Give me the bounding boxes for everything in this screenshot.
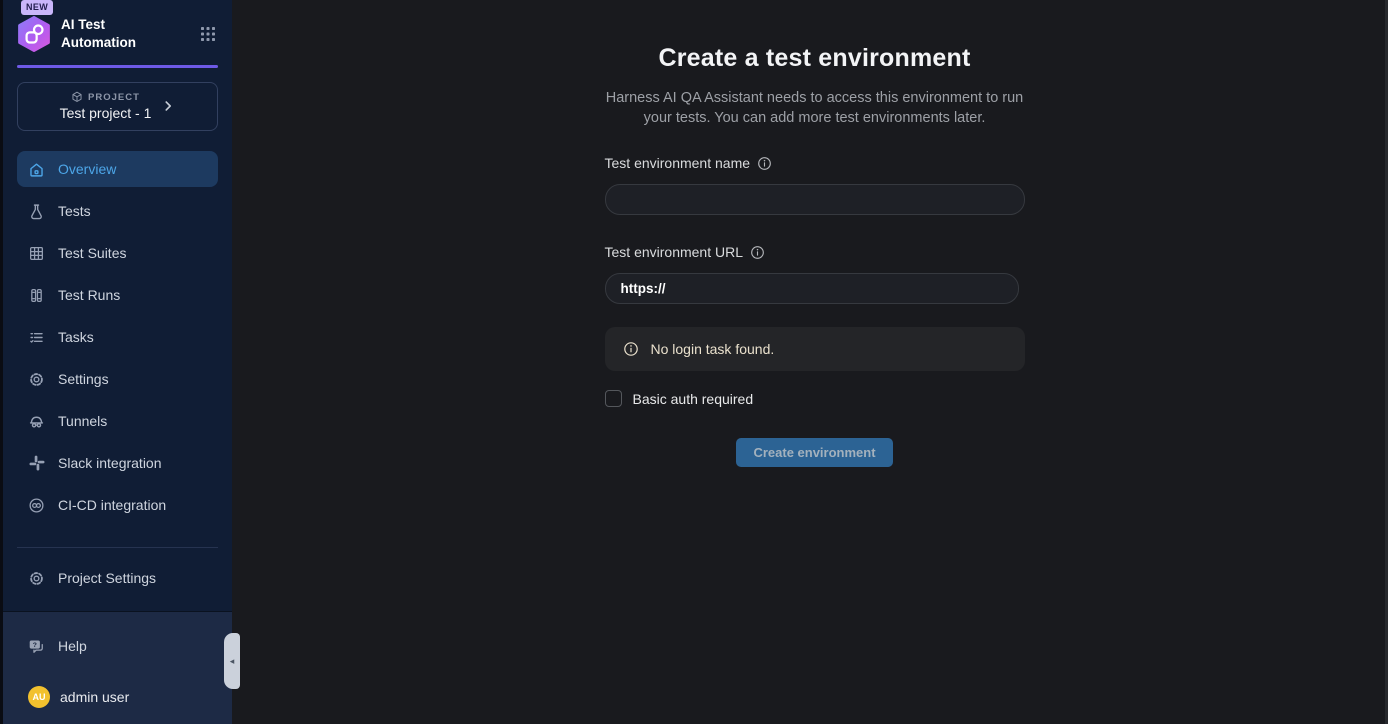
sidebar-item-label: Tests <box>58 203 91 219</box>
chevron-right-icon <box>161 99 175 113</box>
collapse-arrow-icon: ◂ <box>230 657 235 666</box>
sidebar-item-cicd-integration[interactable]: CI-CD integration <box>17 487 218 523</box>
environment-url-input[interactable] <box>605 273 1019 304</box>
basic-auth-row[interactable]: Basic auth required <box>605 390 1025 407</box>
sidebar-item-label: Overview <box>58 161 116 177</box>
tunnel-icon <box>28 413 45 430</box>
main-content: Create a test environment Harness AI QA … <box>232 0 1388 724</box>
sidebar: NEW AI Test Automation <box>0 0 232 724</box>
sidebar-item-slack-integration[interactable]: Slack integration <box>17 445 218 481</box>
sidebar-bottom: ? Help AU admin user <box>3 611 232 724</box>
apps-grid-icon[interactable] <box>198 24 218 44</box>
sidebar-item-tasks[interactable]: Tasks <box>17 319 218 355</box>
project-selector[interactable]: PROJECT Test project - 1 <box>17 82 218 131</box>
columns-icon <box>28 287 45 304</box>
help-icon: ? <box>28 638 45 655</box>
create-environment-button[interactable]: Create environment <box>736 438 892 467</box>
sidebar-item-project-settings[interactable]: Project Settings <box>17 560 218 596</box>
svg-text:?: ? <box>33 642 37 649</box>
user-name: admin user <box>60 689 129 705</box>
sidebar-item-label: Tunnels <box>58 413 107 429</box>
app-title: AI Test Automation <box>61 16 153 51</box>
sidebar-item-test-suites[interactable]: Test Suites <box>17 235 218 271</box>
task-list-icon <box>28 329 45 346</box>
info-icon[interactable] <box>750 245 765 260</box>
sidebar-item-label: Project Settings <box>58 570 156 586</box>
sidebar-item-test-runs[interactable]: Test Runs <box>17 277 218 313</box>
gear-icon <box>28 371 45 388</box>
sidebar-item-settings[interactable]: Settings <box>17 361 218 397</box>
sidebar-item-label: Test Suites <box>58 245 126 261</box>
url-field-label: Test environment URL <box>605 244 1025 260</box>
sidebar-item-label: Tasks <box>58 329 94 345</box>
name-field-label: Test environment name <box>605 155 1025 171</box>
environment-form: Test environment name Test environment U… <box>605 155 1025 467</box>
project-name: Test project - 1 <box>60 105 152 121</box>
project-label: PROJECT <box>88 92 140 103</box>
home-icon <box>28 161 45 178</box>
sidebar-item-overview[interactable]: Overview <box>17 151 218 187</box>
gear-icon <box>28 570 45 587</box>
page-title: Create a test environment <box>605 44 1025 73</box>
sidebar-item-label: Slack integration <box>58 455 162 471</box>
sidebar-item-tunnels[interactable]: Tunnels <box>17 403 218 439</box>
user-menu[interactable]: AU admin user <box>17 686 218 714</box>
app-logo-icon <box>16 16 52 52</box>
basic-auth-checkbox[interactable] <box>605 390 622 407</box>
help-button[interactable]: ? Help <box>17 628 218 664</box>
info-icon <box>623 341 639 357</box>
info-icon[interactable] <box>757 156 772 171</box>
cube-icon <box>71 91 83 103</box>
environment-name-input[interactable] <box>605 184 1025 215</box>
user-avatar: AU <box>28 686 50 708</box>
notice-text: No login task found. <box>651 341 775 357</box>
help-label: Help <box>58 638 87 654</box>
basic-auth-label: Basic auth required <box>633 391 754 407</box>
sidebar-item-label: CI-CD integration <box>58 497 166 513</box>
sidebar-item-label: Settings <box>58 371 109 387</box>
sidebar-item-tests[interactable]: Tests <box>17 193 218 229</box>
brand-divider <box>17 65 218 68</box>
page-subtitle: Harness AI QA Assistant needs to access … <box>605 88 1025 128</box>
sidebar-nav: Overview Tests Test Suites <box>3 151 232 523</box>
sidebar-divider <box>17 547 218 548</box>
grid-table-icon <box>28 245 45 262</box>
link-circle-icon <box>28 497 45 514</box>
slack-icon <box>28 455 45 471</box>
sidebar-item-label: Test Runs <box>58 287 120 303</box>
app-header: AI Test Automation <box>16 16 218 52</box>
sidebar-collapse-handle[interactable]: ◂ <box>224 633 240 689</box>
flask-icon <box>28 203 45 220</box>
new-badge: NEW <box>21 0 53 15</box>
login-task-notice: No login task found. <box>605 327 1025 371</box>
create-environment-panel: Create a test environment Harness AI QA … <box>605 44 1025 724</box>
